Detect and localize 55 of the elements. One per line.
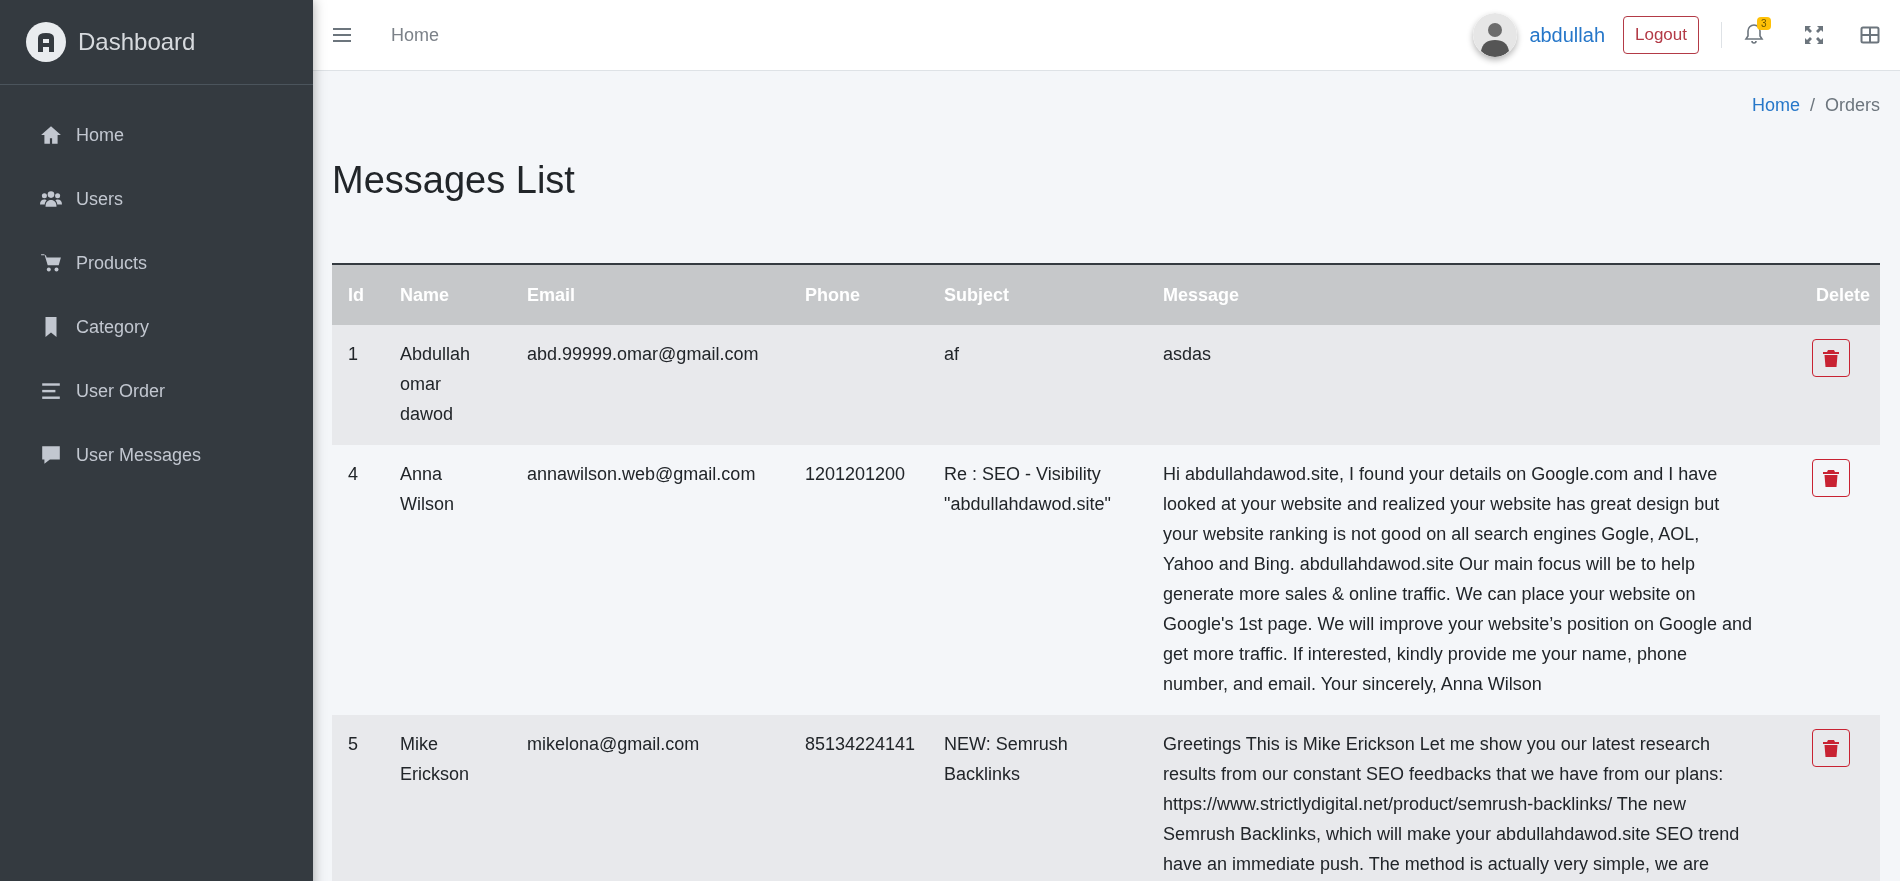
grid-icon[interactable] bbox=[1860, 25, 1880, 45]
avatar-icon bbox=[1473, 13, 1518, 57]
delete-button[interactable] bbox=[1812, 729, 1850, 767]
column-header: Message bbox=[1147, 264, 1770, 325]
users-icon bbox=[40, 188, 62, 210]
trash-icon bbox=[1823, 349, 1839, 367]
table-cell: Anna Wilson bbox=[384, 445, 511, 715]
breadcrumb-item[interactable]: Home bbox=[1751, 95, 1800, 123]
column-header: Email bbox=[511, 264, 789, 325]
table-cell: asdas bbox=[1147, 325, 1770, 445]
sidebar-item[interactable]: User Messages bbox=[0, 423, 313, 487]
table-cell: mikelona@gmail.com bbox=[511, 715, 789, 881]
home-icon bbox=[40, 124, 62, 146]
sidebar-item[interactable]: Users bbox=[0, 167, 313, 231]
sidebar-item[interactable]: Home bbox=[0, 103, 313, 167]
logo-icon bbox=[26, 22, 66, 62]
column-header: Subject bbox=[928, 264, 1147, 325]
table-cell: Abdullah omar dawod bbox=[384, 325, 511, 445]
sidebar-item[interactable]: User Order bbox=[0, 359, 313, 423]
table-cell: Hi abdullahdawod.site, I found your details on Google.com and I have looked at your website and realized your website has great design but your website ranking is not good on all search engines Gogle, AOL, Yahoo and Bing. abdullahdawod.site Our main focus will be to help generate more sales & online traffic. We can place your website on Google's 1st page. We will improve your website’s position on Google and get more traffic. If interested, kindly provide me your name, phone number, and email. Your sincerely, Anna Wilson bbox=[1147, 445, 1770, 715]
delete-button[interactable] bbox=[1812, 459, 1850, 497]
nav-link[interactable]: Home bbox=[391, 24, 439, 46]
table-cell: 4 bbox=[332, 445, 384, 715]
table-cell: Re : SEO - Visibility "abdullahdawod.site" bbox=[928, 445, 1147, 715]
table-cell: 1 bbox=[332, 325, 384, 445]
notification-badge: 3 bbox=[1757, 17, 1771, 30]
column-header: Name bbox=[384, 264, 511, 325]
column-header: Id bbox=[332, 264, 384, 325]
trash-icon bbox=[1823, 739, 1839, 757]
trash-icon bbox=[1823, 469, 1839, 487]
delete-button[interactable] bbox=[1812, 339, 1850, 377]
page-title: Messages List bbox=[332, 159, 576, 203]
column-header: Phone bbox=[789, 264, 928, 325]
column-header: Delete bbox=[1770, 264, 1880, 325]
table-cell: annawilson.web@gmail.com bbox=[511, 445, 789, 715]
sidebar-item[interactable]: Category bbox=[0, 295, 313, 359]
brand-name[interactable]: Dashboard bbox=[78, 28, 196, 56]
breadcrumb-item: Orders bbox=[1825, 95, 1880, 117]
table-cell: 5 bbox=[332, 715, 384, 881]
sidebar-item[interactable]: Products bbox=[0, 231, 313, 295]
list-icon bbox=[40, 380, 62, 402]
chat-icon bbox=[40, 444, 62, 466]
table-cell: Mike Erickson bbox=[384, 715, 511, 881]
logout-button[interactable]: Logout bbox=[1623, 16, 1699, 54]
menu-icon[interactable] bbox=[333, 25, 353, 45]
cart-icon bbox=[40, 252, 62, 274]
expand-icon[interactable] bbox=[1804, 25, 1824, 45]
table-cell: Greetings This is Mike Erickson Let me show you our latest research results from our constant SEO feedbacks that we have from our plans: https://www.strictlydigital.net/product/semrush-backlinks/ The new Semrush Backlinks, which will make your abdullahdawod.site SEO trend have an immediate push. The method is actually very simple, we are bbox=[1147, 715, 1770, 881]
table-cell: NEW: Semrush Backlinks bbox=[928, 715, 1147, 881]
table-cell: af bbox=[928, 325, 1147, 445]
breadcrumb-separator: / bbox=[1809, 95, 1815, 117]
table-cell: 1201201200 bbox=[789, 445, 928, 715]
table-cell: abd.99999.omar@gmail.com bbox=[511, 325, 789, 445]
user-name[interactable]: abdullah bbox=[1529, 23, 1605, 47]
table-cell: 85134224141 bbox=[789, 715, 928, 881]
